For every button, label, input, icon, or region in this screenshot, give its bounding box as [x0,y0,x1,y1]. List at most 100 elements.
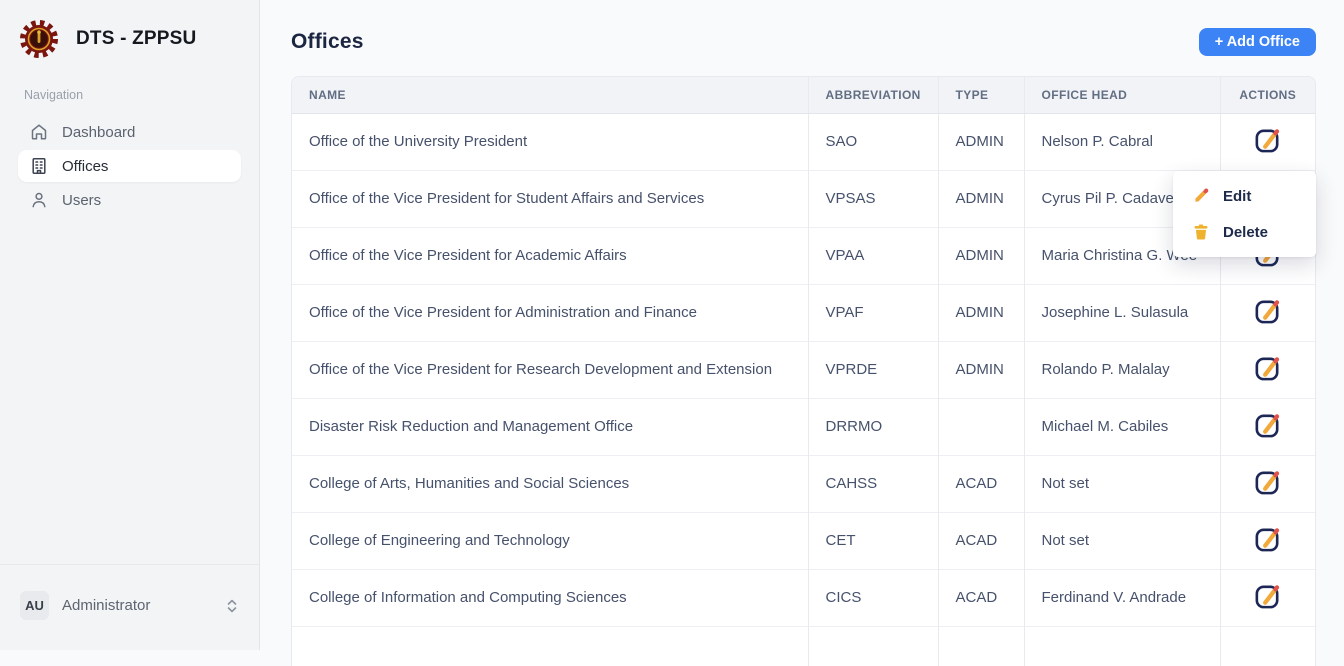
office-head-cell: Nelson P. Cabral [1024,113,1220,170]
office-abbreviation-cell: VPAF [808,284,938,341]
office-actions-cell [1220,512,1315,569]
office-abbreviation-cell: VPAA [808,227,938,284]
sidebar: DTS - ZPPSU Navigation Dashboard Offices [0,0,260,650]
table-header: NAME ABBREVIATION TYPE OFFICE HEAD ACTIO… [292,77,1315,113]
office-type-cell: ADMIN [938,170,1024,227]
table-row: Disaster Risk Reduction and Management O… [292,398,1315,455]
office-type-cell: ADMIN [938,113,1024,170]
brand: DTS - ZPPSU [0,0,259,84]
office-abbreviation-cell: CICS [808,569,938,626]
office-type-cell: ADMIN [938,284,1024,341]
edit-square-icon [1252,599,1283,614]
office-abbreviation-cell: VPSAS [808,170,938,227]
office-abbreviation-cell: DRRMO [808,398,938,455]
row-actions-button[interactable] [1252,523,1283,554]
user-icon [30,191,48,209]
office-abbreviation-cell: CET [808,512,938,569]
row-actions-button[interactable] [1252,409,1283,440]
offices-table: NAME ABBREVIATION TYPE OFFICE HEAD ACTIO… [291,76,1316,666]
page-title: Offices [291,30,364,54]
office-actions-cell [1220,113,1315,170]
sidebar-item-offices[interactable]: Offices [18,150,241,182]
sidebar-item-label: Offices [62,158,108,175]
table-body: Office of the University President SAO A… [292,113,1315,666]
office-head-cell: Michael M. Cabiles [1024,398,1220,455]
office-name-cell: Office of the Vice President for Adminis… [292,284,808,341]
building-icon [30,157,48,175]
context-menu-delete[interactable]: Delete [1173,214,1316,250]
page-header: Offices + Add Office [260,0,1344,76]
app-title: DTS - ZPPSU [76,28,196,50]
context-menu-edit[interactable]: Edit [1173,178,1316,214]
table-row: Office of the Vice President for Researc… [292,341,1315,398]
context-menu-item-label: Delete [1223,224,1268,241]
office-actions-cell [1220,284,1315,341]
sidebar-item-users[interactable]: Users [18,184,241,216]
office-name-cell: Office of the Vice President for Researc… [292,341,808,398]
edit-square-icon [1252,314,1283,329]
office-type-cell [938,398,1024,455]
office-name-cell: Office of the University President [292,113,808,170]
office-type-cell: ACAD [938,512,1024,569]
edit-square-icon [1252,542,1283,557]
office-type-cell: ADMIN [938,227,1024,284]
sidebar-item-label: Users [62,192,101,209]
table-row: College of Arts, Humanities and Social S… [292,455,1315,512]
add-office-button[interactable]: + Add Office [1199,28,1316,56]
sidebar-item-dashboard[interactable]: Dashboard [18,116,241,148]
edit-square-icon [1252,371,1283,386]
office-type-cell: ADMIN [938,341,1024,398]
row-actions-button[interactable] [1252,124,1283,155]
home-icon [30,123,48,141]
column-header-name: NAME [292,77,808,113]
avatar: AU [20,591,49,620]
office-name-cell: Office of the Vice President for Student… [292,170,808,227]
table-row: College of Information and Computing Sci… [292,569,1315,626]
office-head-cell: Ferdinand V. Andrade [1024,569,1220,626]
edit-square-icon [1252,257,1283,272]
office-name-cell: College of Arts, Humanities and Social S… [292,455,808,512]
table-row: Office of the University President SAO A… [292,113,1315,170]
office-head-cell: Josephine L. Sulasula [1024,284,1220,341]
office-actions-cell [1220,569,1315,626]
user-name: Administrator [62,597,212,614]
row-actions-button[interactable] [1252,580,1283,611]
column-header-actions: ACTIONS [1220,77,1315,113]
row-actions-button[interactable] [1252,295,1283,326]
row-context-menu: Edit Delete [1173,171,1316,257]
office-name-cell: College of Engineering and Technology [292,512,808,569]
university-seal-logo [18,18,60,60]
office-name-cell: Disaster Risk Reduction and Management O… [292,398,808,455]
column-header-type: TYPE [938,77,1024,113]
sidebar-item-label: Dashboard [62,124,135,141]
edit-square-icon [1252,428,1283,443]
main-content: Offices + Add Office NAME ABBREVIATION T… [260,0,1344,650]
office-name-cell: Office of the Vice President for Academi… [292,227,808,284]
office-type-cell: ACAD [938,569,1024,626]
user-menu[interactable]: AU Administrator [0,564,259,650]
office-abbreviation-cell: VPRDE [808,341,938,398]
office-actions-cell [1220,398,1315,455]
trash-icon [1192,223,1210,241]
office-abbreviation-cell: SAO [808,113,938,170]
column-header-office-head: OFFICE HEAD [1024,77,1220,113]
office-head-cell: Rolando P. Malalay [1024,341,1220,398]
column-header-abbreviation: ABBREVIATION [808,77,938,113]
office-abbreviation-cell: CAHSS [808,455,938,512]
office-type-cell: ACAD [938,455,1024,512]
office-actions-cell [1220,455,1315,512]
context-menu-item-label: Edit [1223,188,1251,205]
row-actions-button[interactable] [1252,352,1283,383]
table-row: College of Engineering and Technology CE… [292,512,1315,569]
office-actions-cell [1220,341,1315,398]
row-actions-button[interactable] [1252,466,1283,497]
edit-square-icon [1252,143,1283,158]
table-row [292,626,1315,666]
nav-section-label: Navigation [0,84,259,114]
table-row: Office of the Vice President for Adminis… [292,284,1315,341]
office-name-cell: College of Information and Computing Sci… [292,569,808,626]
edit-square-icon [1252,485,1283,500]
table-row: Office of the Vice President for Student… [292,170,1315,227]
pencil-icon [1192,187,1210,205]
table-row: Office of the Vice President for Academi… [292,227,1315,284]
